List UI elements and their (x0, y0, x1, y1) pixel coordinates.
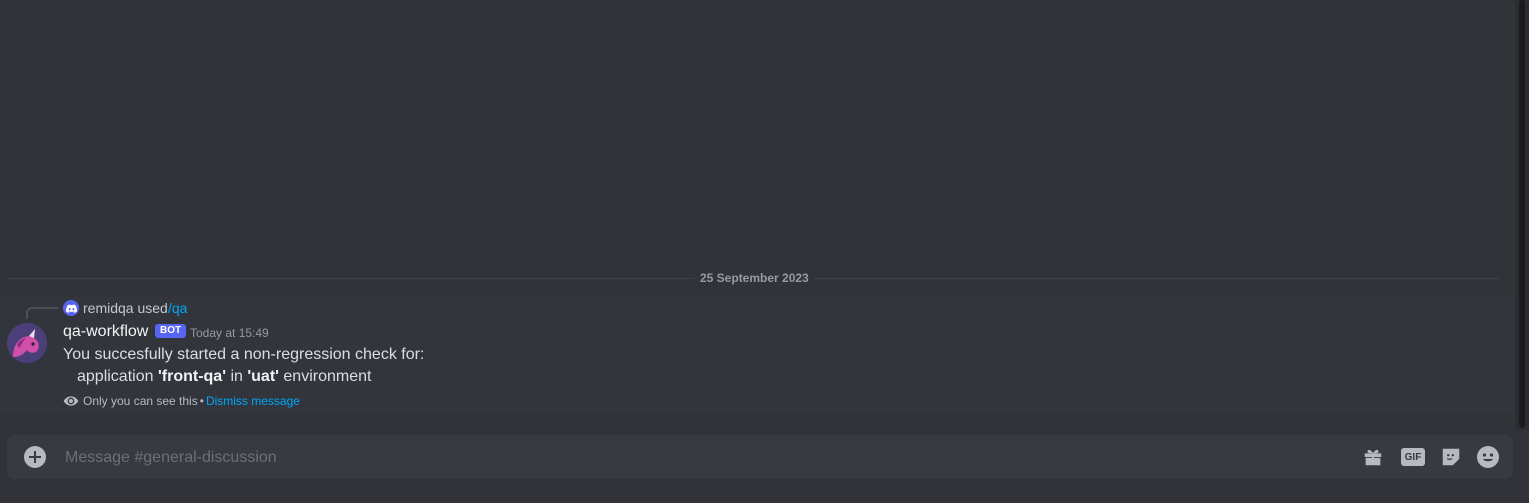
message-text-line-1: You succesfully started a non-regression… (63, 346, 425, 363)
message-text-line-2: application 'front-qa' in 'uat' environm… (77, 367, 371, 387)
ephemeral-notice: Only you can see this • Dismiss message (63, 393, 300, 409)
gift-icon[interactable] (1361, 445, 1385, 469)
message-input[interactable] (63, 435, 1347, 481)
ephemeral-label: Only you can see this (83, 394, 198, 408)
gif-label: GIF (1401, 448, 1425, 466)
line2-text-a: application (77, 368, 158, 385)
gif-icon[interactable]: GIF (1401, 445, 1425, 469)
message-timestamp[interactable]: Today at 15:49 (190, 325, 269, 341)
reply-username[interactable]: remidqa used (83, 300, 168, 316)
date-divider-label: 25 September 2023 (694, 270, 815, 286)
emoji-icon[interactable] (1476, 445, 1500, 469)
message-author[interactable]: qa-workflow (63, 322, 148, 342)
avatar[interactable] (7, 323, 47, 363)
environment-name: 'uat' (247, 368, 279, 385)
reply-connector (26, 307, 58, 319)
application-name: 'front-qa' (157, 368, 226, 385)
bot-badge: BOT (155, 324, 187, 338)
scrollbar-thumb[interactable] (1519, 0, 1525, 428)
line2-text-b: in (226, 368, 248, 385)
line2-text-c: environment (278, 368, 372, 385)
sticker-icon[interactable] (1439, 445, 1463, 469)
eye-icon (63, 396, 79, 406)
scrollbar-track[interactable] (1515, 0, 1529, 430)
message-composer[interactable]: GIF (7, 435, 1513, 481)
discord-icon (63, 300, 79, 316)
separator-dot: • (199, 394, 204, 408)
reply-command-link[interactable]: /qa (168, 300, 187, 316)
plus-circle-icon[interactable] (24, 446, 46, 468)
dismiss-message-link[interactable]: Dismiss message (206, 394, 300, 408)
